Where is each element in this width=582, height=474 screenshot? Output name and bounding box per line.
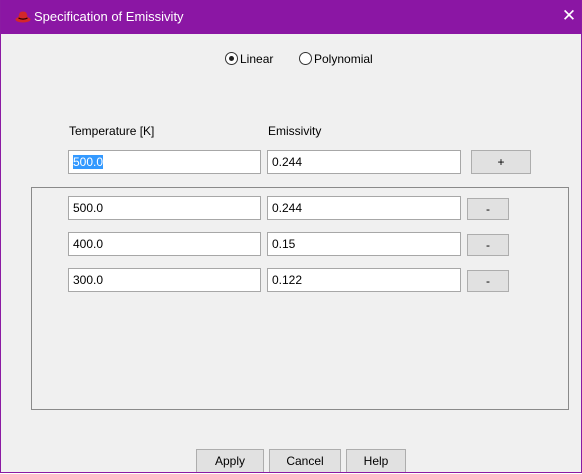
emissivity-input-value: 0.244 [272, 155, 303, 169]
remove-row-button[interactable]: - [467, 198, 509, 220]
temperature-input-value: 500.0 [73, 155, 104, 169]
row-emissivity-field[interactable]: 0.15 [267, 232, 461, 256]
emissivity-column-label: Emissivity [268, 124, 322, 138]
temperature-input[interactable]: 500.0 [68, 150, 261, 174]
row-temperature-field[interactable]: 500.0 [68, 196, 261, 220]
temperature-column-label: Temperature [K] [69, 124, 155, 138]
row-emissivity-value: 0.15 [272, 237, 296, 251]
minus-icon: - [486, 238, 490, 252]
radio-checked-icon [225, 52, 238, 65]
row-emissivity-field[interactable]: 0.122 [267, 268, 461, 292]
dialog-button-bar: Apply Cancel Help [1, 440, 581, 472]
remove-row-button[interactable]: - [467, 234, 509, 256]
minus-icon: - [486, 202, 490, 216]
plus-icon: + [497, 155, 505, 169]
help-label: Help [363, 454, 389, 468]
apply-button[interactable]: Apply [196, 449, 264, 472]
emissivity-dialog: Specification of Emissivity ✕ Linear Pol… [0, 0, 582, 473]
minus-icon: - [486, 274, 490, 288]
close-icon: ✕ [561, 6, 577, 25]
row-temperature-field[interactable]: 300.0 [68, 268, 261, 292]
row-temperature-value: 300.0 [73, 273, 104, 287]
cancel-label: Cancel [286, 454, 324, 468]
polynomial-label: Polynomial [314, 52, 373, 66]
radio-unchecked-icon [299, 52, 312, 65]
linear-label: Linear [240, 52, 274, 66]
apply-label: Apply [214, 454, 246, 468]
row-emissivity-field[interactable]: 0.244 [267, 196, 461, 220]
app-hat-icon [15, 11, 31, 23]
remove-row-button[interactable]: - [467, 270, 509, 292]
row-temperature-value: 400.0 [73, 237, 104, 251]
close-button[interactable]: ✕ [557, 4, 581, 28]
emissivity-input[interactable]: 0.244 [267, 150, 461, 174]
row-emissivity-value: 0.244 [272, 201, 303, 215]
title-bar[interactable]: Specification of Emissivity ✕ [1, 0, 581, 34]
window-title: Specification of Emissivity [34, 9, 184, 24]
add-point-button[interactable]: + [471, 150, 531, 174]
help-button[interactable]: Help [346, 449, 406, 472]
row-temperature-field[interactable]: 400.0 [68, 232, 261, 256]
cancel-button[interactable]: Cancel [269, 449, 341, 472]
row-emissivity-value: 0.122 [272, 273, 303, 287]
row-temperature-value: 500.0 [73, 201, 104, 215]
points-list-panel[interactable]: ^ ⌄ [31, 187, 569, 410]
